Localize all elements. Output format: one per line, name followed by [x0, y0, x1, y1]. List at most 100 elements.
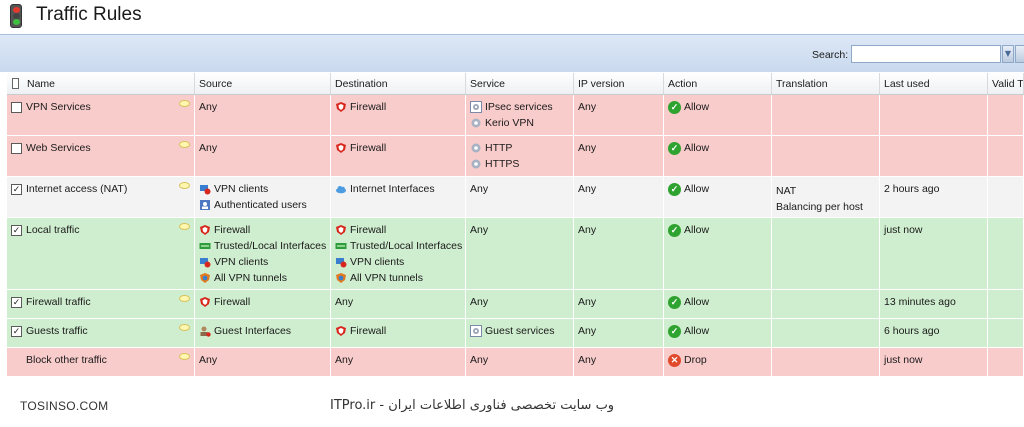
comment-icon[interactable]: [179, 295, 190, 302]
col-last-used-header[interactable]: Last used: [880, 73, 988, 94]
col-action-header[interactable]: Action: [664, 73, 772, 94]
destination-item: Any: [335, 294, 461, 310]
rule-ip-version-cell: Any: [574, 319, 664, 347]
rule-enabled-checkbox[interactable]: ✓: [11, 183, 22, 195]
action-label: Allow: [684, 101, 710, 113]
destination-item-label: Trusted/Local Interfaces: [350, 240, 463, 252]
destination-item-label: Internet Interfaces: [350, 183, 435, 195]
search-icon[interactable]: ▼: [1002, 45, 1014, 63]
source-item: Trusted/Local Interfaces: [199, 238, 326, 254]
rule-name[interactable]: Local traffic: [26, 224, 80, 236]
rule-last-used-cell: just now: [880, 348, 988, 376]
rule-row[interactable]: VPN Services Any Firewall IPsec services Ker…: [7, 95, 1024, 136]
rule-enabled-checkbox[interactable]: ✓: [11, 224, 22, 236]
firewall-icon: [336, 225, 346, 235]
rule-name-cell: VPN Services: [7, 95, 195, 135]
rule-name-line: ✓ Guests traffic: [11, 323, 190, 339]
destination-item: Firewall: [335, 323, 461, 339]
rule-service-cell: Any: [466, 290, 574, 318]
comment-icon[interactable]: [179, 182, 190, 189]
source-item-label: Trusted/Local Interfaces: [214, 240, 327, 252]
rule-valid-time-cell: [988, 177, 1024, 217]
rule-row[interactable]: ✓ Guests traffic Guest Interfaces Firewall G…: [7, 319, 1024, 348]
rule-valid-time-cell: [988, 136, 1024, 176]
firewall-icon: [336, 102, 346, 112]
rule-enabled-checkbox[interactable]: ✓: [11, 296, 22, 308]
comment-icon[interactable]: [179, 141, 190, 148]
rule-enabled-checkbox[interactable]: ✓: [11, 325, 22, 337]
col-valid-time-header[interactable]: Valid Ti: [988, 73, 1024, 94]
rule-source-cell: Any: [195, 136, 331, 176]
service-item-label: Any: [470, 296, 489, 308]
service-item: Any: [470, 222, 569, 238]
comment-icon[interactable]: [179, 324, 190, 331]
rule-last-used-cell: 13 minutes ago: [880, 290, 988, 318]
rule-service-cell: Any: [466, 218, 574, 289]
rule-name-line: ✓ Firewall traffic: [11, 294, 190, 310]
col-source-header[interactable]: Source: [195, 73, 331, 94]
rule-ip-version-cell: Any: [574, 348, 664, 376]
rule-enabled-checkbox[interactable]: [11, 142, 22, 154]
search-input[interactable]: [851, 45, 1001, 63]
rule-action-cell: ✓ Allow: [664, 319, 772, 347]
column-picker-icon[interactable]: [12, 78, 19, 89]
rule-row[interactable]: ✓ Firewall traffic Firewall Any Any Any ✓ Allow…: [7, 290, 1024, 319]
action-label: Drop: [684, 354, 707, 366]
rule-valid-time-cell: [988, 95, 1024, 135]
action-value-line: ✓ Allow: [668, 294, 767, 310]
clear-search-icon[interactable]: [1015, 45, 1024, 63]
destination-item: All VPN tunnels: [335, 270, 461, 286]
rule-valid-time-cell: [988, 348, 1024, 376]
action-label: Allow: [684, 183, 710, 195]
guest-icon: [200, 326, 211, 337]
rule-name[interactable]: Block other traffic: [26, 354, 107, 366]
col-destination-header[interactable]: Destination: [331, 73, 466, 94]
destination-item-label: Firewall: [350, 224, 387, 236]
rule-row[interactable]: Block other traffic Any Any Any Any ✕ Drop just…: [7, 348, 1024, 377]
service-icon: [471, 159, 481, 169]
rule-ip-version-cell: Any: [574, 136, 664, 176]
source-item: Any: [199, 99, 326, 115]
col-ip-version-header[interactable]: IP version: [574, 73, 664, 94]
action-value-line: ✓ Allow: [668, 323, 767, 339]
rule-action-cell: ✓ Allow: [664, 136, 772, 176]
comment-icon[interactable]: [179, 353, 190, 360]
rule-name[interactable]: VPN Services: [26, 101, 91, 113]
rule-destination-cell: Firewall: [331, 319, 466, 347]
rule-name[interactable]: Guests traffic: [26, 325, 88, 337]
col-translation-header[interactable]: Translation: [772, 73, 880, 94]
rule-service-cell: IPsec services Kerio VPN: [466, 95, 574, 135]
rule-name-line: Block other traffic: [11, 352, 190, 368]
rule-enabled-checkbox[interactable]: [11, 101, 22, 113]
rule-source-cell: Any: [195, 95, 331, 135]
ip-version-value: Any: [578, 325, 597, 337]
action-value-line: ✓ Allow: [668, 99, 767, 115]
rule-valid-time-cell: [988, 218, 1024, 289]
grid-header: Name Source Destination Service IP version Ac…: [7, 73, 1024, 95]
destination-item-label: Firewall: [350, 142, 387, 154]
last-used-value: [884, 140, 983, 156]
rule-row[interactable]: Web Services Any Firewall HTTP HTTPS Any ✓ Allo…: [7, 136, 1024, 177]
title-bar: Traffic Rules: [0, 0, 1024, 34]
interfaces-icon: [199, 243, 211, 249]
service-group-icon: [470, 101, 482, 113]
comment-icon[interactable]: [179, 223, 190, 230]
rule-name[interactable]: Web Services: [26, 142, 91, 154]
rule-ip-version-cell: Any: [574, 290, 664, 318]
rule-last-used-cell: 2 hours ago: [880, 177, 988, 217]
service-item-label: Any: [470, 224, 489, 236]
rule-row[interactable]: ✓ Local traffic Firewall Trusted/Local Inte…: [7, 218, 1024, 290]
rule-row[interactable]: ✓ Internet access (NAT) VPN clients Authent…: [7, 177, 1024, 218]
rule-name[interactable]: Firewall traffic: [26, 296, 91, 308]
last-used-value: 2 hours ago: [884, 183, 940, 195]
service-icon: [471, 143, 481, 153]
rule-name[interactable]: Internet access (NAT): [26, 183, 127, 195]
rule-translation-cell: [772, 218, 880, 289]
ip-version-value: Any: [578, 224, 597, 236]
allow-icon: ✓: [668, 100, 681, 114]
col-name-header[interactable]: Name: [7, 73, 195, 94]
rule-action-cell: ✕ Drop: [664, 348, 772, 376]
col-service-header[interactable]: Service: [466, 73, 574, 94]
ip-version-value: Any: [578, 354, 597, 366]
comment-icon[interactable]: [179, 100, 190, 107]
